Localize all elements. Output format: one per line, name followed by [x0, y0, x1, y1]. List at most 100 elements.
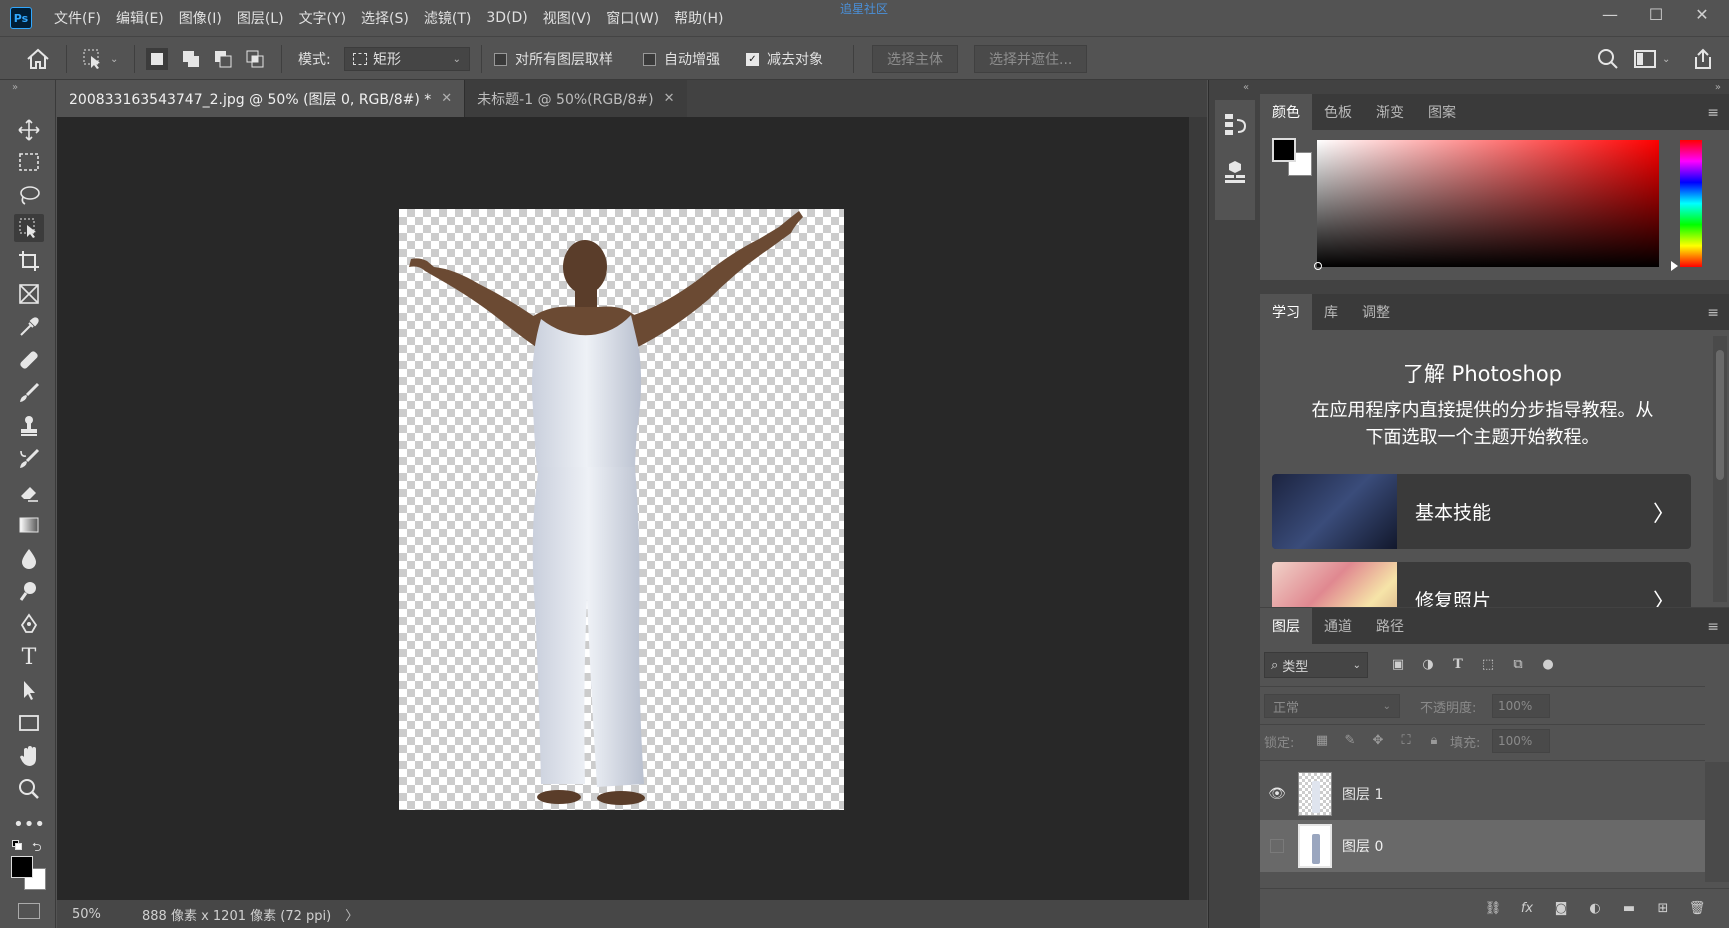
lock-artboard-icon[interactable]: ⛶ — [1396, 730, 1416, 750]
menu-edit[interactable]: 编辑(E) — [116, 8, 164, 28]
menu-type[interactable]: 文字(Y) — [299, 8, 346, 28]
lock-position-icon[interactable]: ✥ — [1368, 730, 1388, 750]
hand-tool-icon[interactable] — [14, 742, 44, 770]
close-tab-icon[interactable]: ✕ — [441, 91, 452, 106]
3d-panel-icon[interactable] — [1223, 160, 1247, 188]
tab-gradients[interactable]: 渐变 — [1364, 94, 1416, 130]
opacity-field[interactable]: 100% — [1492, 694, 1550, 718]
quick-mask-icon[interactable] — [18, 903, 40, 919]
blend-mode-dropdown[interactable]: 正常 ⌄ — [1264, 694, 1400, 718]
learn-card-basic-skills[interactable]: 基本技能 〉 — [1272, 474, 1691, 549]
eraser-tool-icon[interactable] — [14, 478, 44, 506]
close-window-button[interactable]: ✕ — [1680, 0, 1724, 28]
filter-type-icon[interactable]: T — [1448, 654, 1468, 674]
layer-0-name[interactable]: 图层 0 — [1342, 836, 1383, 856]
tab-patterns[interactable]: 图案 — [1416, 94, 1468, 130]
tab-adjustments[interactable]: 调整 — [1350, 294, 1402, 330]
layer-style-fx-icon[interactable]: fx — [1517, 899, 1537, 919]
tab-color[interactable]: 颜色 — [1260, 94, 1312, 130]
expand-dock-icon[interactable]: « — [1243, 82, 1249, 93]
dodge-tool-icon[interactable] — [14, 577, 44, 605]
menu-3d[interactable]: 3D(D) — [486, 10, 527, 26]
menu-image[interactable]: 图像(I) — [179, 8, 222, 28]
healing-brush-tool-icon[interactable] — [14, 346, 44, 374]
layer-filter-dropdown[interactable]: ⌕ 类型 ⌄ — [1264, 652, 1368, 678]
document-canvas[interactable] — [399, 209, 844, 810]
type-tool-icon[interactable]: T — [14, 643, 44, 671]
filter-toggle-icon[interactable]: ● — [1538, 654, 1558, 674]
history-brush-tool-icon[interactable] — [14, 445, 44, 473]
crop-tool-icon[interactable] — [14, 247, 44, 275]
add-mask-icon[interactable]: ◙ — [1551, 899, 1571, 919]
filter-pixel-icon[interactable]: ▣ — [1388, 654, 1408, 674]
layer-row-1[interactable]: 👁︎ 图层 1 — [1260, 768, 1705, 820]
trash-icon[interactable]: 🗑︎ — [1687, 899, 1707, 919]
adjustment-layer-icon[interactable]: ◐ — [1585, 899, 1605, 919]
select-subject-button[interactable]: 选择主体 — [872, 45, 958, 73]
gradient-tool-icon[interactable] — [14, 511, 44, 539]
path-selection-tool-icon[interactable] — [14, 676, 44, 704]
learn-panel-scrollbar[interactable] — [1713, 336, 1727, 602]
history-panel-icon[interactable] — [1223, 112, 1247, 140]
tab-learn[interactable]: 学习 — [1260, 294, 1312, 330]
minimize-button[interactable]: — — [1588, 0, 1632, 28]
tab-channels[interactable]: 通道 — [1312, 608, 1364, 644]
panel-menu-icon[interactable]: ≡ — [1707, 619, 1719, 635]
panel-menu-icon[interactable]: ≡ — [1707, 305, 1719, 321]
sample-all-layers-box[interactable] — [494, 52, 507, 66]
menu-select[interactable]: 选择(S) — [361, 8, 409, 28]
swap-colors-icon[interactable]: ⮌ — [32, 838, 42, 859]
blur-tool-icon[interactable] — [14, 544, 44, 572]
link-layers-icon[interactable]: ⛓︎ — [1483, 899, 1503, 919]
tab-document-2[interactable]: 未标题-1 @ 50%(RGB/8#) ✕ — [464, 80, 687, 117]
rectangle-tool-icon[interactable] — [14, 709, 44, 737]
eyedropper-tool-icon[interactable] — [14, 313, 44, 341]
collapse-toolbar-icon[interactable]: » — [12, 82, 18, 93]
close-tab-icon[interactable]: ✕ — [664, 91, 675, 106]
default-colors-icon[interactable] — [12, 840, 22, 850]
new-layer-icon[interactable]: ⊞ — [1653, 899, 1673, 919]
move-tool-icon[interactable] — [14, 116, 44, 144]
menu-window[interactable]: 窗口(W) — [606, 8, 659, 28]
color-picker-cursor[interactable] — [1314, 262, 1322, 270]
panel-menu-icon[interactable]: ≡ — [1707, 105, 1719, 121]
menu-view[interactable]: 视图(V) — [543, 8, 592, 28]
menu-filter[interactable]: 滤镜(T) — [424, 8, 471, 28]
menu-help[interactable]: 帮助(H) — [674, 8, 723, 28]
color-field[interactable] — [1314, 140, 1659, 270]
layer-row-0[interactable]: 图层 0 — [1260, 820, 1705, 872]
more-tools-icon[interactable]: ••• — [13, 810, 45, 838]
tab-libraries[interactable]: 库 — [1312, 294, 1350, 330]
subtract-object-box[interactable]: ✓ — [746, 52, 759, 66]
search-icon[interactable] — [1597, 37, 1619, 81]
mode-dropdown[interactable]: 矩形 ⌄ — [344, 47, 470, 71]
layers-scrollbar[interactable] — [1705, 762, 1729, 882]
fill-field[interactable]: 100% — [1492, 729, 1550, 753]
share-icon[interactable] — [1692, 37, 1714, 81]
auto-enhance-checkbox[interactable]: 自动增强 — [643, 37, 720, 81]
add-to-selection-icon[interactable] — [180, 37, 202, 81]
subtract-from-selection-icon[interactable] — [212, 37, 234, 81]
color-panel-foreground-swatch[interactable] — [1272, 138, 1296, 162]
object-selection-tool-icon[interactable] — [14, 214, 44, 242]
learn-card-fix-photo[interactable]: 修复照片 〉 — [1272, 562, 1691, 607]
zoom-level[interactable]: 50% — [72, 907, 122, 922]
filter-shape-icon[interactable]: ⬚ — [1478, 654, 1498, 674]
clone-stamp-tool-icon[interactable] — [14, 412, 44, 440]
tab-swatches[interactable]: 色板 — [1312, 94, 1364, 130]
brush-tool-icon[interactable] — [14, 379, 44, 407]
hue-slider[interactable] — [1680, 140, 1702, 267]
menu-file[interactable]: 文件(F) — [54, 8, 101, 28]
sample-all-layers-checkbox[interactable]: 对所有图层取样 — [494, 37, 613, 81]
visibility-eye-icon[interactable]: 👁︎ — [1260, 786, 1294, 802]
subtract-object-checkbox[interactable]: ✓ 减去对象 — [746, 37, 823, 81]
lock-image-pixels-icon[interactable]: ✎ — [1340, 730, 1360, 750]
lock-transparent-pixels-icon[interactable]: ▦ — [1312, 730, 1332, 750]
layer-1-name[interactable]: 图层 1 — [1342, 784, 1383, 804]
marquee-tool-icon[interactable] — [14, 148, 44, 176]
menu-layer[interactable]: 图层(L) — [237, 8, 284, 28]
tab-layers[interactable]: 图层 — [1260, 608, 1312, 644]
lasso-tool-icon[interactable] — [14, 181, 44, 209]
new-selection-icon[interactable] — [146, 37, 168, 81]
select-and-mask-button[interactable]: 选择并遮住... — [974, 45, 1088, 73]
